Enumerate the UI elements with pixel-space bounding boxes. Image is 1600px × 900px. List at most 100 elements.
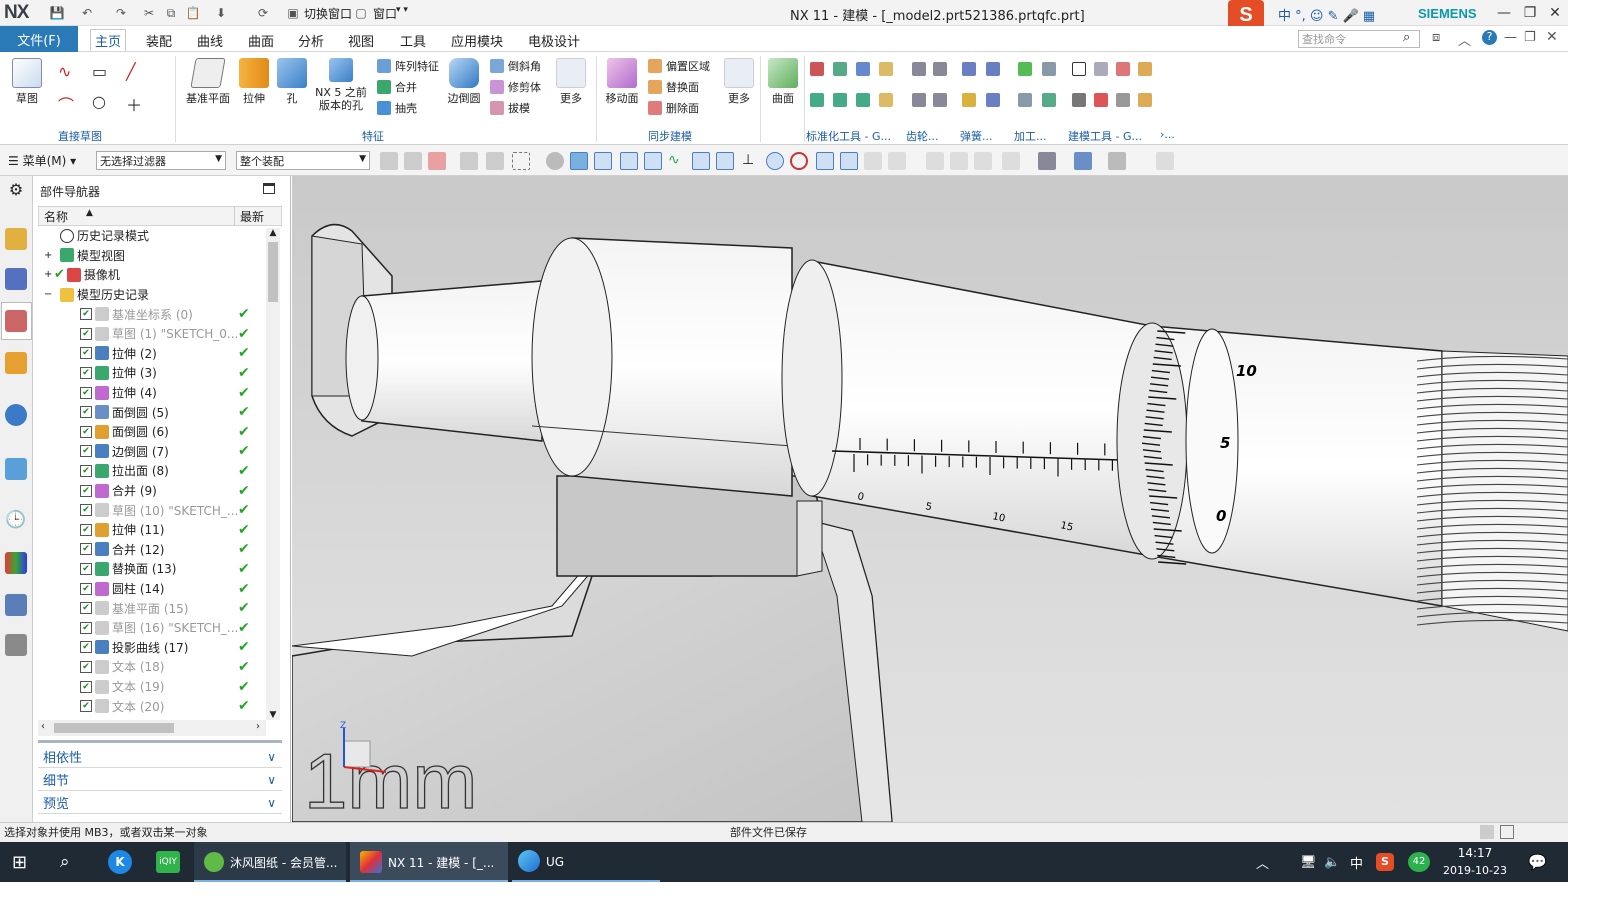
navigator-horizontal-scrollbar[interactable]: ‹ › — [38, 720, 266, 736]
restore-icon[interactable]: ❐ — [1518, 2, 1542, 24]
arc-icon[interactable]: ⌒ — [58, 92, 88, 119]
tree-node[interactable]: ✔ 拉伸 (11) ✔ — [38, 520, 266, 540]
std-tool-icon[interactable] — [879, 93, 893, 107]
hscrollbar-thumb[interactable] — [54, 723, 174, 733]
rectangle-icon[interactable]: ▭ — [92, 62, 122, 84]
visibility-checkbox[interactable]: ✔ — [80, 347, 92, 360]
save-icon[interactable]: 💾 — [48, 4, 66, 22]
toolbar-icon[interactable] — [1038, 152, 1056, 170]
history-icon[interactable]: 🕒 — [5, 510, 27, 532]
menu-button[interactable]: ☰ 菜单(M) ▾ — [8, 152, 76, 169]
visibility-checkbox[interactable]: ✔ — [80, 700, 92, 713]
snap-endpoint-icon[interactable] — [620, 152, 638, 170]
doc-close-icon[interactable]: ✕ — [1546, 29, 1558, 45]
more-groups-label[interactable]: ›... — [1160, 128, 1175, 141]
dependencies-panel-header[interactable]: 相依性 ∨ — [38, 746, 282, 768]
machining-tool-icon[interactable] — [1018, 93, 1032, 107]
visibility-checkbox[interactable]: ✔ — [80, 425, 92, 438]
visibility-checkbox[interactable]: ✔ — [80, 582, 92, 595]
scroll-right-icon[interactable]: › — [256, 721, 260, 732]
visibility-checkbox[interactable]: ✔ — [80, 406, 92, 419]
circle-icon[interactable]: ○ — [92, 92, 122, 119]
toolbar-icon[interactable] — [380, 152, 398, 170]
tab-applications[interactable]: 应用模块 — [447, 29, 507, 51]
standard-tools-group-label[interactable]: 标准化工具 - G... — [806, 128, 891, 144]
tree-node[interactable]: ✔ 文本 (18) ✔ — [38, 657, 266, 677]
assembly-navigator-icon[interactable] — [5, 228, 27, 250]
toolbar-icon[interactable] — [1156, 152, 1174, 170]
visibility-checkbox[interactable]: ✔ — [80, 327, 92, 340]
tree-node[interactable]: + ✔ 摄像机 — [38, 265, 266, 285]
tree-node[interactable]: ✔ 拉伸 (3) ✔ — [38, 363, 266, 383]
tree-node[interactable]: ✔ 文本 (19) ✔ — [38, 677, 266, 697]
snap-perp-icon[interactable]: ⊥ — [742, 152, 760, 170]
toolbar-icon[interactable] — [864, 152, 882, 170]
web-browser-icon[interactable] — [5, 458, 27, 480]
status-icon[interactable] — [1480, 825, 1494, 839]
latest-column-header[interactable]: 最新 — [240, 208, 264, 225]
minimize-icon[interactable]: — — [1492, 2, 1516, 24]
network-icon[interactable]: 🖥 — [1300, 842, 1317, 882]
name-column-header[interactable]: 名称 — [44, 208, 68, 225]
ime-indicator[interactable]: 中 — [1350, 842, 1363, 882]
constraint-navigator-icon[interactable] — [5, 268, 27, 290]
preview-panel-header[interactable]: 预览 ∨ — [38, 792, 282, 814]
point-icon[interactable]: ＋ — [126, 92, 156, 119]
window-dropdown-icon[interactable]: ▾ ▾ — [396, 5, 408, 15]
tray-chevron-up-icon[interactable]: ︿ — [1256, 842, 1269, 882]
gear-tool-icon[interactable] — [912, 93, 926, 107]
snap-midpoint-icon[interactable] — [644, 152, 662, 170]
visibility-checkbox[interactable]: ✔ — [80, 562, 92, 575]
navigator-vertical-scrollbar[interactable]: ▲ ▼ — [266, 228, 280, 720]
windows-start-icon[interactable]: ⊞ — [12, 842, 27, 882]
volume-icon[interactable]: 🔈 — [1324, 842, 1340, 882]
tab-assembly[interactable]: 装配 — [142, 29, 176, 51]
close-icon[interactable]: ✕ — [1543, 2, 1567, 24]
tab-home[interactable]: 主页 — [90, 29, 127, 51]
visibility-checkbox[interactable]: ✔ — [80, 523, 92, 536]
trim-body-button[interactable]: 修剪体 — [490, 79, 541, 95]
snap-point-icon[interactable] — [816, 152, 834, 170]
tab-view[interactable]: 视图 — [344, 29, 378, 51]
file-menu-button[interactable]: 文件(F) — [0, 26, 78, 52]
expand-toggle-icon[interactable]: + — [44, 250, 54, 261]
snap-on-curve-icon[interactable] — [840, 152, 858, 170]
snap-curve-icon[interactable] — [716, 152, 734, 170]
modeling-tool-icon[interactable] — [1072, 62, 1086, 76]
fullscreen-icon[interactable] — [1500, 825, 1514, 839]
unite-button[interactable]: 合并 — [377, 79, 417, 95]
expand-toggle-icon[interactable]: + — [44, 269, 54, 280]
ime-bar-icons[interactable]: 中 °, ☺ ✎ 🎤 ▦ — [1278, 5, 1375, 24]
modeling-tool-icon[interactable] — [1094, 62, 1108, 76]
more-sync-button[interactable]: 更多 — [722, 58, 756, 105]
edge-blend-button[interactable]: 边倒圆 — [446, 58, 482, 105]
toolbar-icon[interactable] — [428, 152, 446, 170]
box-select-icon[interactable] — [512, 152, 530, 170]
std-tool-icon[interactable] — [856, 93, 870, 107]
window-menu-button[interactable]: 窗口 — [373, 5, 397, 22]
tab-curve[interactable]: 曲线 — [193, 29, 227, 51]
tab-surface[interactable]: 曲面 — [244, 29, 278, 51]
doc-minimize-icon[interactable]: — — [1504, 30, 1517, 45]
visibility-checkbox[interactable]: ✔ — [80, 680, 92, 693]
scroll-up-icon[interactable]: ▲ — [266, 228, 280, 238]
search-icon[interactable]: ⌕ — [1403, 30, 1410, 45]
selection-filter-dropdown[interactable]: 无选择过滤器 ▼ — [96, 151, 226, 170]
visibility-checkbox[interactable]: ✔ — [80, 543, 92, 556]
std-tool-icon[interactable] — [810, 93, 824, 107]
snap-tangent-icon[interactable] — [692, 152, 710, 170]
line-icon[interactable]: ╱ — [126, 62, 156, 84]
gear-tool-icon[interactable] — [933, 62, 947, 76]
offset-region-button[interactable]: 偏置区域 — [648, 58, 710, 74]
toolbar-icon[interactable] — [486, 152, 504, 170]
std-tool-icon[interactable] — [879, 62, 893, 76]
modeling-tool-icon[interactable] — [1094, 93, 1108, 107]
snap-center-icon[interactable] — [766, 152, 784, 170]
modeling-tool-icon[interactable] — [1138, 62, 1152, 76]
modeling-tool-icon[interactable] — [1138, 93, 1152, 107]
tree-node[interactable]: ✔ 投影曲线 (17) ✔ — [38, 638, 266, 658]
machining-tool-icon[interactable] — [1042, 93, 1056, 107]
tree-node[interactable]: ✔ 圆柱 (14) ✔ — [38, 579, 266, 599]
modeling-tool-icon[interactable] — [1116, 93, 1130, 107]
machining-group-label[interactable]: 加工... — [1014, 128, 1047, 144]
